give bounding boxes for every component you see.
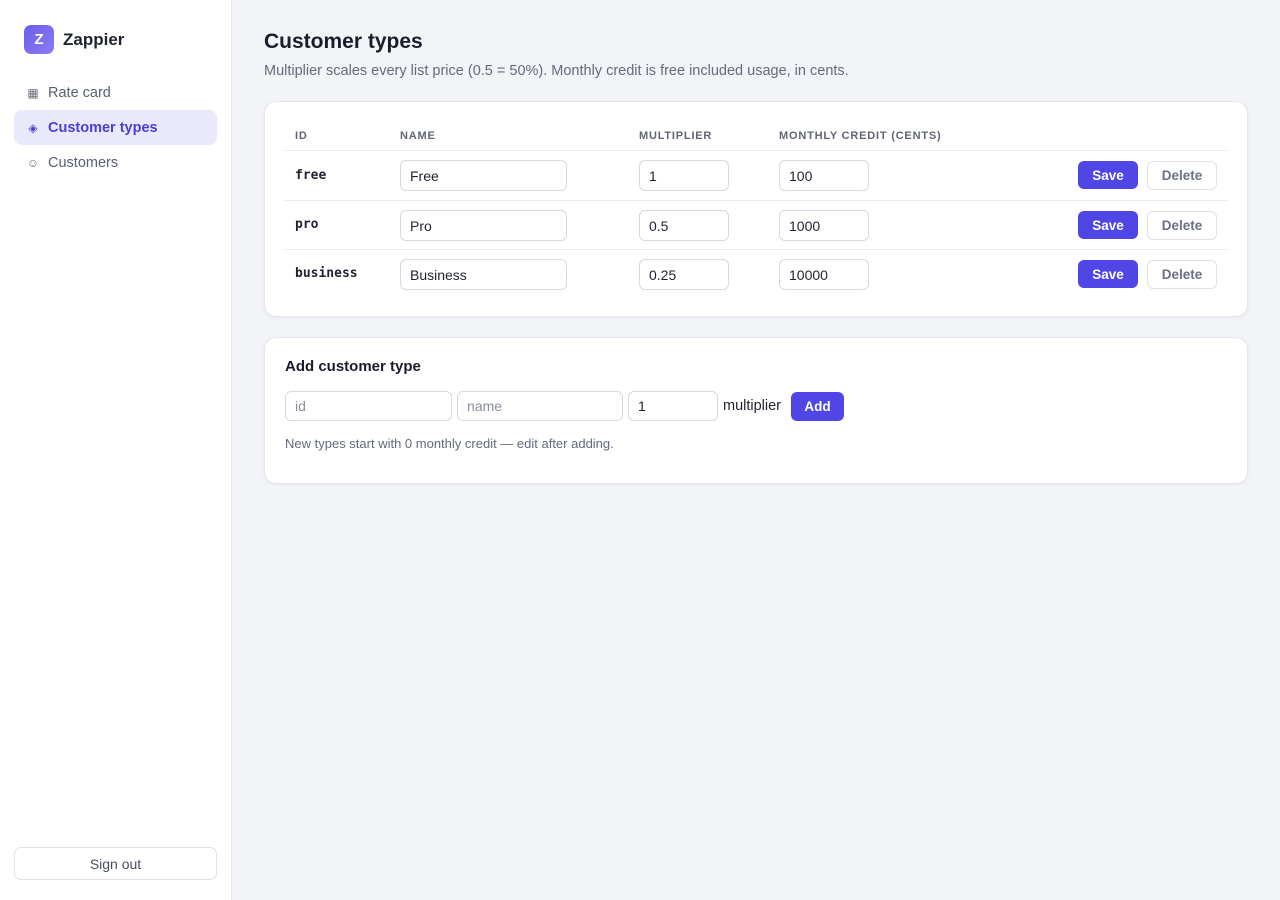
name-input[interactable]: Pro — [400, 210, 567, 241]
table-row: business Business 0.25 10000 Save Delete — [265, 249, 1249, 298]
brand-name: Zappier — [63, 29, 125, 49]
sidebar-item-customer-types[interactable]: ◈ Customer types — [14, 110, 217, 145]
add-hint: New types start with 0 monthly credit — … — [285, 436, 614, 451]
column-header-name: NAME — [400, 130, 436, 142]
new-id-input[interactable] — [285, 391, 452, 421]
column-header-id: ID — [295, 130, 308, 142]
brand-logo: Z — [24, 25, 54, 54]
sidebar-item-label: Rate card — [48, 84, 111, 101]
new-multiplier-input[interactable] — [628, 391, 718, 421]
brand: Z Zappier — [24, 25, 124, 54]
page-title: Customer types — [264, 30, 423, 53]
add-customer-type-card: Add customer type multiplier Add New typ… — [264, 337, 1248, 484]
column-header-monthly-credit: MONTHLY CREDIT (CENTS) — [779, 130, 942, 142]
delete-button[interactable]: Delete — [1147, 161, 1217, 190]
monthly-credit-input[interactable]: 100 — [779, 160, 869, 191]
row-id: pro — [295, 217, 319, 232]
table-row: pro Pro 0.5 1000 Save Delete — [265, 200, 1249, 249]
sidebar-nav: ▦ Rate card ◈ Customer types ☺ Customers — [14, 75, 217, 180]
name-input[interactable]: Business — [400, 259, 567, 290]
save-button[interactable]: Save — [1078, 260, 1138, 288]
sidebar-item-customers[interactable]: ☺ Customers — [14, 145, 217, 180]
diamond-icon: ◈ — [28, 120, 38, 135]
monthly-credit-input[interactable]: 1000 — [779, 210, 869, 241]
page-subtitle: Multiplier scales every list price (0.5 … — [264, 63, 849, 79]
smiley-icon: ☺ — [26, 155, 40, 170]
multiplier-input[interactable]: 0.5 — [639, 210, 729, 241]
add-button[interactable]: Add — [791, 392, 844, 421]
sidebar-item-rate-card[interactable]: ▦ Rate card — [14, 75, 217, 110]
save-button[interactable]: Save — [1078, 211, 1138, 239]
customer-types-table-card: ID NAME MULTIPLIER MONTHLY CREDIT (CENTS… — [264, 101, 1248, 317]
sidebar: Z Zappier ▦ Rate card ◈ Customer types ☺… — [0, 0, 232, 900]
delete-button[interactable]: Delete — [1147, 211, 1217, 240]
new-name-input[interactable] — [457, 391, 623, 421]
row-id: free — [295, 168, 327, 183]
name-input[interactable]: Free — [400, 160, 567, 191]
sign-out-button[interactable]: Sign out — [14, 847, 217, 880]
multiplier-input[interactable]: 1 — [639, 160, 729, 191]
save-button[interactable]: Save — [1078, 161, 1138, 189]
multiplier-input[interactable]: 0.25 — [639, 259, 729, 290]
sidebar-item-label: Customer types — [48, 119, 158, 136]
row-id: business — [295, 266, 358, 281]
grid-icon: ▦ — [27, 85, 39, 100]
monthly-credit-input[interactable]: 10000 — [779, 259, 869, 290]
sidebar-item-label: Customers — [48, 154, 119, 171]
delete-button[interactable]: Delete — [1147, 260, 1217, 289]
table-row: free Free 1 100 Save Delete — [265, 151, 1249, 200]
column-header-multiplier: MULTIPLIER — [639, 130, 713, 142]
add-section-title: Add customer type — [285, 358, 421, 375]
multiplier-label: multiplier — [723, 398, 782, 414]
